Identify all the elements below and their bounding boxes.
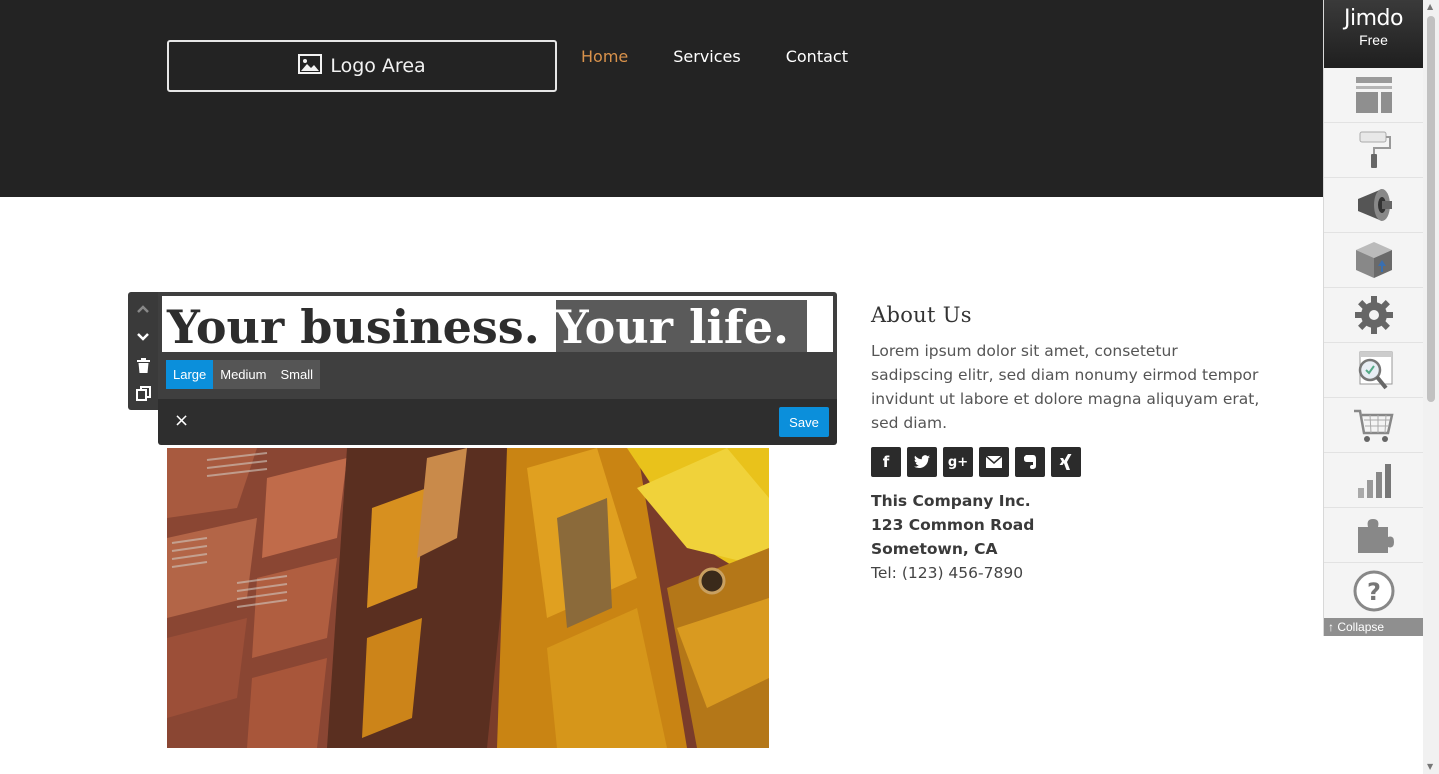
- image-icon: [298, 53, 323, 79]
- building-photo: [167, 448, 769, 748]
- email-icon[interactable]: [979, 447, 1009, 477]
- megaphone-icon[interactable]: [1324, 178, 1423, 233]
- size-medium-button[interactable]: Medium: [213, 360, 274, 389]
- seo-magnifier-icon[interactable]: [1324, 343, 1423, 398]
- paint-roller-icon[interactable]: [1324, 123, 1423, 178]
- facebook-icon[interactable]: f: [871, 447, 901, 477]
- main-nav: Home Services Contact: [581, 46, 893, 68]
- close-icon[interactable]: ×: [174, 412, 189, 430]
- collapse-label: Collapse: [1337, 620, 1385, 634]
- nav-services[interactable]: Services: [673, 46, 740, 68]
- nav-contact[interactable]: Contact: [786, 46, 848, 68]
- evernote-icon[interactable]: [1015, 447, 1045, 477]
- logo-label: Logo Area: [330, 55, 426, 77]
- about-title: About Us: [871, 303, 972, 327]
- phone-number: Tel: (123) 456-7890: [871, 564, 1024, 582]
- social-buttons: f g+: [871, 447, 1261, 477]
- address-line-street: 123 Common Road: [871, 516, 1035, 534]
- google-plus-icon[interactable]: g+: [943, 447, 973, 477]
- editor-footer: × Save: [158, 399, 837, 445]
- address-line-city: Sometown, CA: [871, 540, 998, 558]
- page-scrollbar[interactable]: ▲ ▼: [1423, 0, 1439, 774]
- scroll-up-icon[interactable]: ▲: [1427, 3, 1435, 11]
- nav-home[interactable]: Home: [581, 46, 628, 68]
- xing-icon[interactable]: [1051, 447, 1081, 477]
- headline-part1: Your business.: [167, 300, 556, 352]
- about-section: About Us Lorem ipsum dolor sit amet, con…: [871, 301, 1261, 585]
- scroll-thumb[interactable]: [1427, 16, 1435, 402]
- layout-icon[interactable]: [1324, 68, 1423, 123]
- headline-selection: Your life.: [555, 300, 807, 352]
- scroll-down-icon[interactable]: ▼: [1427, 763, 1435, 771]
- page: Logo Area Home Services Contact Your bus…: [0, 0, 1439, 774]
- address-line-company: This Company Inc.: [871, 492, 1031, 510]
- collapse-button[interactable]: ↑ Collapse: [1324, 618, 1424, 636]
- headline-text: Your business. Your life.: [167, 296, 807, 352]
- size-large-button[interactable]: Large: [166, 360, 214, 389]
- logo-area[interactable]: Logo Area: [167, 40, 557, 92]
- module-toolbar: [128, 292, 158, 410]
- settings-gear-icon[interactable]: [1324, 288, 1423, 343]
- size-selector: Large Medium Small: [166, 360, 321, 389]
- arrow-up-icon: ↑: [1328, 620, 1334, 634]
- size-small-button[interactable]: Small: [273, 360, 321, 389]
- editor-panel: Your business. Your life. Large Medium S…: [158, 292, 837, 399]
- about-body: Lorem ipsum dolor sit amet, consetetur s…: [871, 342, 1260, 432]
- jimdo-brand[interactable]: Jimdo Free: [1324, 0, 1423, 68]
- copy-icon[interactable]: [135, 385, 151, 401]
- jimdo-plan: Free: [1359, 32, 1388, 48]
- company-address: This Company Inc. 123 Common Road Someto…: [871, 489, 1261, 585]
- svg-text:?: ?: [1367, 578, 1381, 606]
- headline-textbox[interactable]: Your business. Your life.: [162, 296, 833, 352]
- move-up-icon[interactable]: [135, 301, 151, 317]
- trash-icon[interactable]: [135, 357, 151, 373]
- puzzle-icon[interactable]: [1324, 508, 1423, 563]
- shopping-cart-icon[interactable]: [1324, 398, 1423, 453]
- move-down-icon[interactable]: [135, 329, 151, 345]
- twitter-icon[interactable]: [907, 447, 937, 477]
- site-header: Logo Area Home Services Contact: [0, 0, 1323, 197]
- jimdo-logo-text: Jimdo: [1344, 6, 1403, 31]
- jimdo-sidebar: Jimdo Free ? ↑ Collapse: [1323, 0, 1424, 636]
- save-button[interactable]: Save: [779, 407, 829, 437]
- help-icon[interactable]: ?: [1324, 563, 1423, 618]
- headline-editor: Your business. Your life. Large Medium S…: [128, 292, 837, 445]
- package-icon[interactable]: [1324, 233, 1423, 288]
- statistics-icon[interactable]: [1324, 453, 1423, 508]
